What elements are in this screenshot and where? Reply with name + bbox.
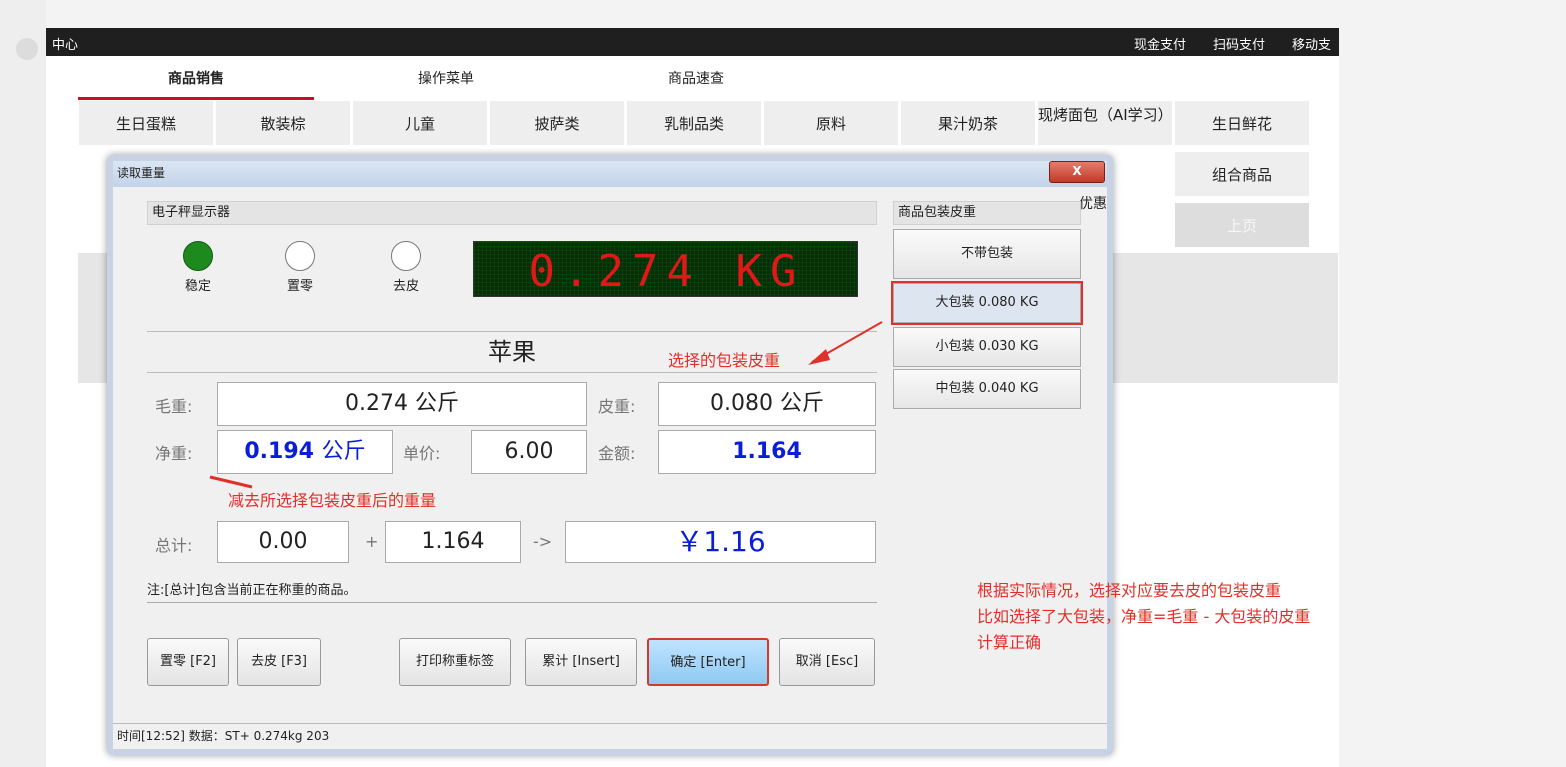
category-button[interactable]: 果汁奶茶 bbox=[900, 100, 1036, 146]
packaging-option[interactable]: 小包装 0.030 KG bbox=[893, 327, 1081, 367]
amount-label: 金额: bbox=[598, 444, 636, 463]
category-button[interactable]: 生日鲜花 bbox=[1174, 100, 1310, 146]
add-amount-field: 1.164 bbox=[385, 521, 521, 563]
category-button[interactable]: 散装棕 bbox=[215, 100, 351, 146]
cancel-button[interactable]: 取消 [Esc] bbox=[779, 638, 875, 686]
zero-button[interactable]: 置零 [F2] bbox=[147, 638, 229, 686]
unit-price-label: 单价: bbox=[403, 444, 441, 463]
scan-pay-button[interactable]: 扫码支付 bbox=[1213, 34, 1265, 53]
annotation-net-explain: 减去所选择包装皮重后的重量 bbox=[228, 491, 437, 510]
zero-indicator-icon bbox=[285, 241, 315, 271]
category-button[interactable]: 现烤面包（AI学习） bbox=[1037, 100, 1173, 146]
tare-label: 去皮 bbox=[392, 279, 419, 294]
annotation-selected-tare: 选择的包装皮重 bbox=[668, 351, 781, 370]
weight-led-display: 0.274 KG bbox=[473, 241, 858, 297]
stable-indicator-icon bbox=[183, 241, 213, 271]
read-weight-dialog: 读取重量 X 优惠 电子秤显示器 稳定 置零 去皮 0.274 KG 苹果 毛重… bbox=[107, 155, 1113, 755]
app-title: 中心 bbox=[52, 38, 79, 53]
zero-label: 置零 bbox=[286, 279, 313, 294]
packaging-option[interactable]: 中包装 0.040 KG bbox=[893, 369, 1081, 409]
net-weight-unit: 公斤 bbox=[321, 439, 366, 464]
tare-indicator-icon bbox=[391, 241, 421, 271]
tab-operation-menu[interactable]: 操作菜单 bbox=[328, 58, 564, 100]
stable-label: 稳定 bbox=[184, 279, 211, 294]
category-button[interactable]: 原料 bbox=[763, 100, 899, 146]
annotation-side-note-3: 计算正确 bbox=[977, 633, 1042, 652]
scale-display-panel: 电子秤显示器 稳定 置零 去皮 0.274 KG bbox=[147, 201, 877, 303]
left-rail bbox=[0, 0, 46, 767]
net-weight-field: 0.194 公斤 bbox=[217, 430, 393, 474]
category-button[interactable]: 披萨类 bbox=[489, 100, 625, 146]
tare-button[interactable]: 去皮 [F3] bbox=[237, 638, 321, 686]
rail-icon[interactable] bbox=[16, 38, 38, 60]
tare-weight-field: 0.080 公斤 bbox=[658, 382, 876, 426]
print-label-button[interactable]: 打印称重标签 bbox=[399, 638, 511, 686]
tare-weight-label: 皮重: bbox=[598, 397, 636, 416]
amount-field: 1.164 bbox=[658, 430, 876, 474]
mobile-pay-button[interactable]: 移动支 bbox=[1292, 34, 1331, 53]
close-button[interactable]: X bbox=[1049, 161, 1105, 183]
gross-weight-field: 0.274 公斤 bbox=[217, 382, 587, 426]
cash-pay-button[interactable]: 现金支付 bbox=[1134, 34, 1186, 53]
category-row-1: 生日蛋糕 散装棕 儿童 披萨类 乳制品类 原料 果汁奶茶 现烤面包（AI学习） … bbox=[78, 100, 1338, 146]
accumulate-button[interactable]: 累计 [Insert] bbox=[525, 638, 637, 686]
category-button[interactable]: 组合商品 bbox=[1174, 151, 1310, 197]
unit-price-field[interactable]: 6.00 bbox=[471, 430, 587, 474]
annotation-side-note-1: 根据实际情况，选择对应要去皮的包装皮重 bbox=[977, 581, 1282, 600]
main-nav: 商品销售 操作菜单 商品速查 bbox=[78, 58, 778, 100]
dialog-title: 读取重量 bbox=[117, 166, 166, 180]
annotation-side-note-2: 比如选择了大包装，净重=毛重 - 大包装的皮重 bbox=[977, 607, 1311, 626]
packaging-option[interactable]: 不带包装 bbox=[893, 229, 1081, 279]
dialog-title-bar: 读取重量 X bbox=[113, 161, 1107, 187]
status-bar: 时间[12:52] 数据：ST+ 0.274kg 203 bbox=[113, 723, 1107, 749]
arrow-sign: -> bbox=[533, 532, 553, 551]
gross-weight-label: 毛重: bbox=[155, 397, 193, 416]
category-button[interactable]: 生日蛋糕 bbox=[78, 100, 214, 146]
title-bar: 中心 现金支付 扫码支付 移动支 bbox=[46, 28, 1339, 56]
confirm-button[interactable]: 确定 [Enter] bbox=[647, 638, 769, 686]
weight-reading: 0.274 KG bbox=[528, 246, 805, 297]
category-button[interactable]: 乳制品类 bbox=[626, 100, 762, 146]
total-field: 0.00 bbox=[217, 521, 349, 563]
category-button[interactable]: 优惠 bbox=[1079, 193, 1107, 213]
packaging-header: 商品包装皮重 bbox=[893, 201, 1081, 225]
net-weight-value: 0.194 bbox=[244, 439, 314, 464]
page-up-button[interactable]: 上页 bbox=[1174, 202, 1310, 248]
category-button[interactable]: 儿童 bbox=[352, 100, 488, 146]
grand-total-field: ￥1.16 bbox=[565, 521, 876, 563]
tab-product-sales[interactable]: 商品销售 bbox=[78, 58, 314, 100]
total-label: 总计: bbox=[155, 536, 193, 555]
packaging-option-selected[interactable]: 大包装 0.080 KG bbox=[891, 281, 1083, 325]
total-note: 注:[总计]包含当前正在称重的商品。 bbox=[147, 579, 877, 603]
net-weight-label: 净重: bbox=[155, 444, 193, 463]
scale-panel-header: 电子秤显示器 bbox=[147, 201, 877, 225]
tab-product-lookup[interactable]: 商品速查 bbox=[578, 58, 814, 100]
plus-sign: + bbox=[365, 532, 379, 551]
